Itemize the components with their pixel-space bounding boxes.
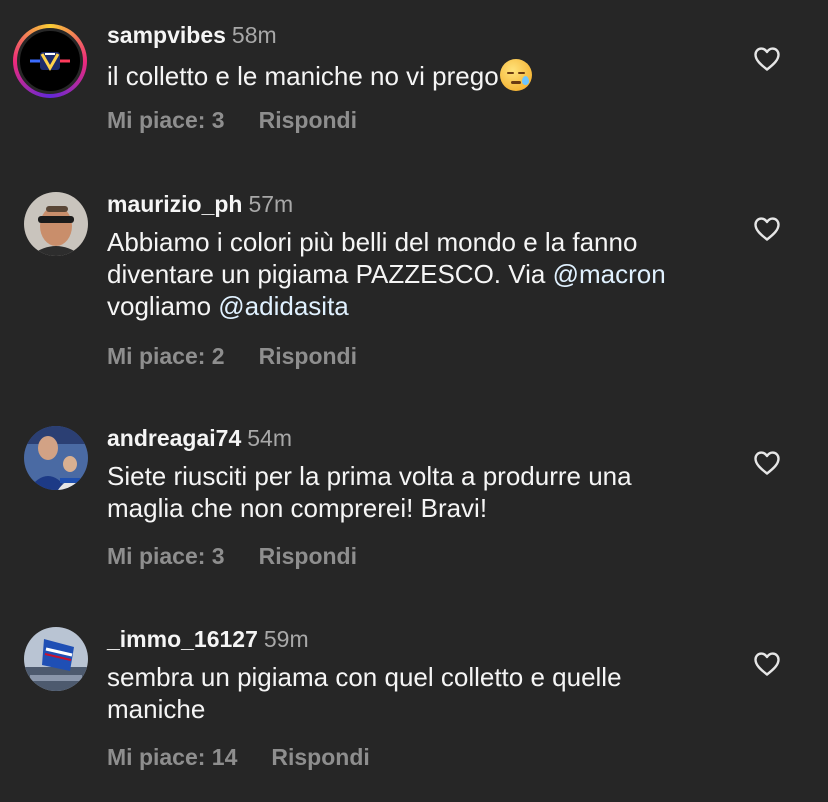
avatar-photo [24, 627, 88, 691]
comment-time: 58m [231, 22, 277, 48]
comment-text: sembra un pigiama con quel colletto e qu… [107, 661, 727, 725]
username[interactable]: maurizio_ph [107, 191, 242, 217]
comment-body: sampvibes 58m il colletto e le maniche no… [107, 20, 727, 135]
avatar[interactable] [24, 192, 88, 256]
comment-header: sampvibes 58m [107, 20, 727, 50]
comment-text-segment: diventare un pigiama PAZZESCO. Via [107, 259, 553, 289]
reply-button[interactable]: Rispondi [271, 742, 369, 772]
comment-header: andreagai74 54m [107, 423, 727, 453]
comment-text: Siete riusciti per la prima volta a prod… [107, 460, 727, 524]
mention-link[interactable]: @adidasita [218, 291, 348, 321]
logo-icon [30, 52, 70, 72]
comment-text: Abbiamo i colori più belli del mondo e l… [107, 226, 727, 322]
reply-button[interactable]: Rispondi [259, 105, 357, 135]
heart-icon[interactable] [753, 216, 781, 242]
comment-body: andreagai74 54m Siete riusciti per la pri… [107, 423, 727, 571]
comment-time: 59m [263, 626, 309, 652]
avatar-photo [24, 426, 88, 490]
comment-text-line: sembra un pigiama con quel colletto e qu… [107, 662, 622, 692]
reply-button[interactable]: Rispondi [259, 341, 357, 371]
username[interactable]: sampvibes [107, 22, 226, 48]
comment-time: 57m [248, 191, 294, 217]
comment-header: _immo_16127 59m [107, 624, 727, 654]
comment-text: il colletto e le maniche no vi prego [107, 59, 727, 92]
likes-count[interactable]: Mi piace: 2 [107, 341, 225, 371]
likes-count[interactable]: Mi piace: 14 [107, 742, 237, 772]
likes-count[interactable]: Mi piace: 3 [107, 105, 225, 135]
comment-text-line: diventare un pigiama PAZZESCO. Via @macr… [107, 258, 727, 290]
avatar[interactable] [24, 426, 88, 490]
comment-header: maurizio_ph 57m [107, 189, 727, 219]
comment-actions: Mi piace: 2 Rispondi [107, 341, 727, 371]
comment-actions: Mi piace: 14 Rispondi [107, 742, 727, 772]
heart-icon[interactable] [753, 450, 781, 476]
comment-body: maurizio_ph 57m Abbiamo i colori più bell… [107, 189, 727, 371]
heart-icon[interactable] [753, 46, 781, 72]
avatar [17, 28, 83, 94]
comment-text-line: maglia che non comprerei! Bravi! [107, 493, 488, 523]
avatar[interactable] [24, 627, 88, 691]
comment-actions: Mi piace: 3 Rispondi [107, 541, 727, 571]
username[interactable]: andreagai74 [107, 425, 241, 451]
comment-text-line: maniche [107, 694, 206, 724]
comment-text-content: il colletto e le maniche no vi prego [107, 61, 499, 91]
comment-time: 54m [247, 425, 292, 451]
comment-body: _immo_16127 59m sembra un pigiama con que… [107, 624, 727, 772]
sleepy-face-icon [499, 59, 532, 91]
reply-button[interactable]: Rispondi [259, 541, 357, 571]
avatar-photo [24, 192, 88, 256]
comment-text-line: vogliamo @adidasita [107, 290, 727, 322]
likes-count[interactable]: Mi piace: 3 [107, 541, 225, 571]
username[interactable]: _immo_16127 [107, 626, 258, 652]
comment-actions: Mi piace: 3 Rispondi [107, 105, 727, 135]
comment-text-line: Siete riusciti per la prima volta a prod… [107, 461, 632, 491]
comment-text-line: Abbiamo i colori più belli del mondo e l… [107, 227, 638, 257]
mention-link[interactable]: @macron [553, 259, 666, 289]
avatar-story-ring[interactable] [13, 24, 87, 98]
heart-icon[interactable] [753, 651, 781, 677]
comment-text-segment: vogliamo [107, 291, 219, 321]
